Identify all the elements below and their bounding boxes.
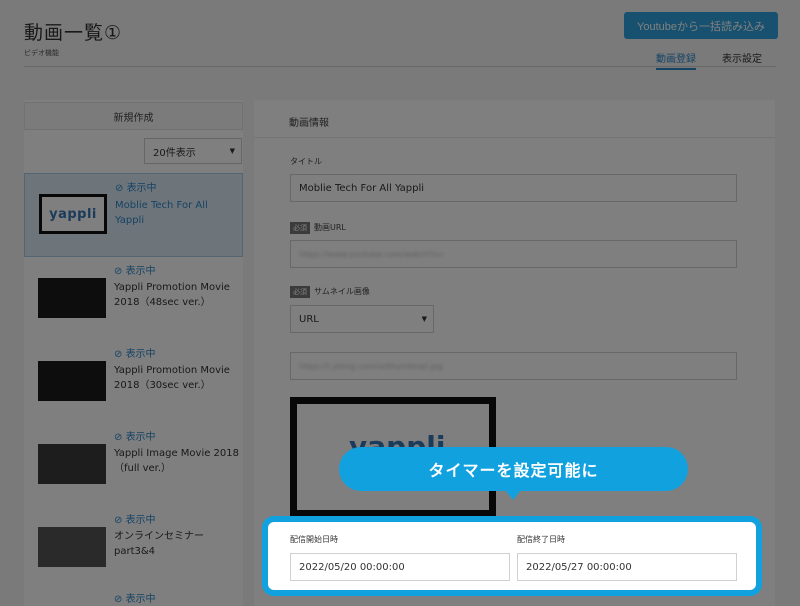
end-date-input[interactable]: 2022/05/27 00:00:00	[517, 553, 737, 581]
timer-settings-highlight: 配信開始日時 2022/05/20 00:00:00 配信終了日時 2022/0…	[262, 516, 762, 596]
callout-pointer	[505, 490, 521, 500]
timer-callout: タイマーを設定可能に	[339, 447, 688, 491]
end-date-label: 配信終了日時	[517, 535, 565, 544]
page-background: 動画一覧① ビデオ機能 Youtubeから一括読み込み 動画登録 表示設定 新規…	[0, 0, 800, 606]
start-date-input[interactable]: 2022/05/20 00:00:00	[290, 553, 510, 581]
start-date-label: 配信開始日時	[290, 535, 338, 544]
